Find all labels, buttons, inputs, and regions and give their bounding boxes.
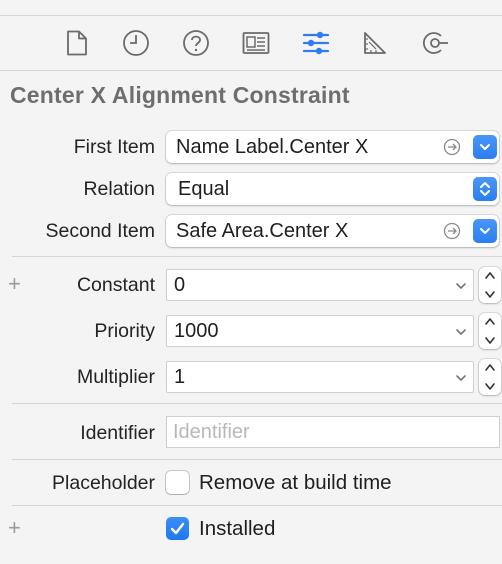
installed-checkbox[interactable] xyxy=(166,517,189,540)
identity-inspector-icon[interactable] xyxy=(240,25,272,61)
section-title: Center X Alignment Constraint xyxy=(10,82,350,108)
relation-dropdown-button[interactable] xyxy=(473,177,497,201)
divider xyxy=(12,403,502,404)
remove-at-build-time-label[interactable]: Remove at build time xyxy=(199,471,392,495)
constant-value: 0 xyxy=(174,274,186,296)
second-item-dropdown-button[interactable] xyxy=(473,219,497,243)
remove-at-build-time-checkbox[interactable] xyxy=(166,471,189,494)
inspector-toolbar xyxy=(0,16,502,70)
go-to-item-icon[interactable] xyxy=(443,138,461,156)
priority-label: Priority xyxy=(94,320,155,342)
second-item-popup[interactable]: Safe Area.Center X xyxy=(166,215,499,247)
placeholder-label: Placeholder xyxy=(52,472,155,494)
chevron-down-icon[interactable] xyxy=(455,281,467,291)
multiplier-combo-box[interactable]: 1 xyxy=(166,361,474,393)
file-inspector-icon[interactable] xyxy=(61,25,93,61)
multiplier-label: Multiplier xyxy=(76,366,155,388)
priority-combo-box[interactable]: 1000 xyxy=(166,315,474,347)
second-item-label: Second Item xyxy=(45,220,155,242)
constant-label: Constant xyxy=(76,274,155,296)
constant-combo-box[interactable]: 0 xyxy=(166,269,474,301)
go-to-item-icon[interactable] xyxy=(443,222,461,240)
toolbar-divider xyxy=(0,70,502,71)
divider xyxy=(12,505,502,506)
priority-value: 1000 xyxy=(174,320,219,342)
quick-help-icon[interactable] xyxy=(180,25,212,61)
attributes-inspector-icon[interactable] xyxy=(300,25,332,61)
chevron-down-icon[interactable] xyxy=(455,327,467,337)
history-inspector-icon[interactable] xyxy=(120,25,152,61)
checkmark-icon xyxy=(170,522,185,535)
constant-stepper[interactable] xyxy=(479,267,501,303)
add-variation-plus-icon[interactable]: + xyxy=(8,273,21,295)
updown-chevron-icon xyxy=(480,182,490,196)
identifier-input[interactable] xyxy=(167,417,499,447)
relation-label: Relation xyxy=(83,178,155,200)
relation-popup[interactable]: Equal xyxy=(166,173,499,205)
priority-stepper[interactable] xyxy=(479,313,501,349)
first-item-label: First Item xyxy=(73,136,155,158)
add-installed-variation-plus-icon[interactable]: + xyxy=(8,517,21,539)
relation-value: Equal xyxy=(178,178,230,200)
first-item-value: Name Label.Center X xyxy=(176,136,369,158)
size-inspector-icon[interactable] xyxy=(359,25,391,61)
multiplier-value: 1 xyxy=(174,366,186,388)
divider xyxy=(12,459,502,460)
connections-inspector-icon[interactable] xyxy=(419,25,451,61)
chevron-down-icon[interactable] xyxy=(455,373,467,383)
chevron-down-icon xyxy=(480,228,490,234)
first-item-popup[interactable]: Name Label.Center X xyxy=(166,131,499,163)
chevron-down-icon xyxy=(480,144,490,150)
installed-label[interactable]: Installed xyxy=(199,517,275,541)
divider xyxy=(12,256,502,257)
second-item-value: Safe Area.Center X xyxy=(176,220,349,242)
first-item-dropdown-button[interactable] xyxy=(473,135,497,159)
identifier-label: Identifier xyxy=(80,422,155,444)
multiplier-stepper[interactable] xyxy=(479,359,501,395)
identifier-field[interactable] xyxy=(166,416,500,448)
